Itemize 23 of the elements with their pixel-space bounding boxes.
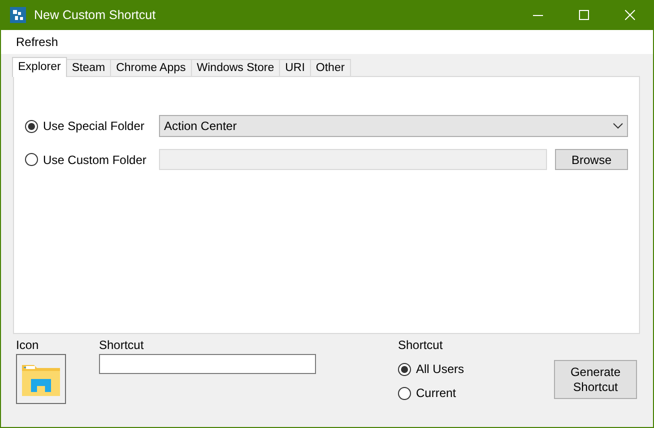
maximize-icon[interactable]	[579, 10, 589, 20]
radio-button[interactable]	[25, 120, 38, 132]
tab[interactable]: Chrome Apps	[110, 59, 192, 76]
tab[interactable]: Other	[310, 59, 351, 76]
tab[interactable]: Explorer	[12, 57, 67, 77]
shortcut-scope-label: Shortcut	[398, 338, 444, 352]
app-icon	[10, 7, 26, 23]
window-title: New Custom Shortcut	[34, 8, 157, 22]
folder-icon	[22, 362, 60, 396]
close-icon[interactable]	[625, 10, 635, 20]
icon-preview[interactable]	[16, 354, 66, 404]
menu-item[interactable]: Refresh	[10, 35, 64, 49]
folder-dropdown[interactable]: Action Center	[159, 115, 628, 137]
radio-button[interactable]	[398, 386, 411, 400]
icon-label: Icon	[16, 338, 40, 352]
chevron-down-icon	[613, 123, 623, 129]
radio-button[interactable]	[398, 362, 411, 376]
shortcut-label: Shortcut	[99, 338, 145, 352]
shortcut-name-field[interactable]	[99, 354, 316, 374]
generate-shortcut-button[interactable]: Generate Shortcut	[554, 360, 637, 399]
radio-label[interactable]: Current	[416, 386, 456, 400]
radio-label[interactable]: Use Special Folder	[43, 119, 144, 133]
radio-label[interactable]: All Users	[416, 362, 464, 376]
